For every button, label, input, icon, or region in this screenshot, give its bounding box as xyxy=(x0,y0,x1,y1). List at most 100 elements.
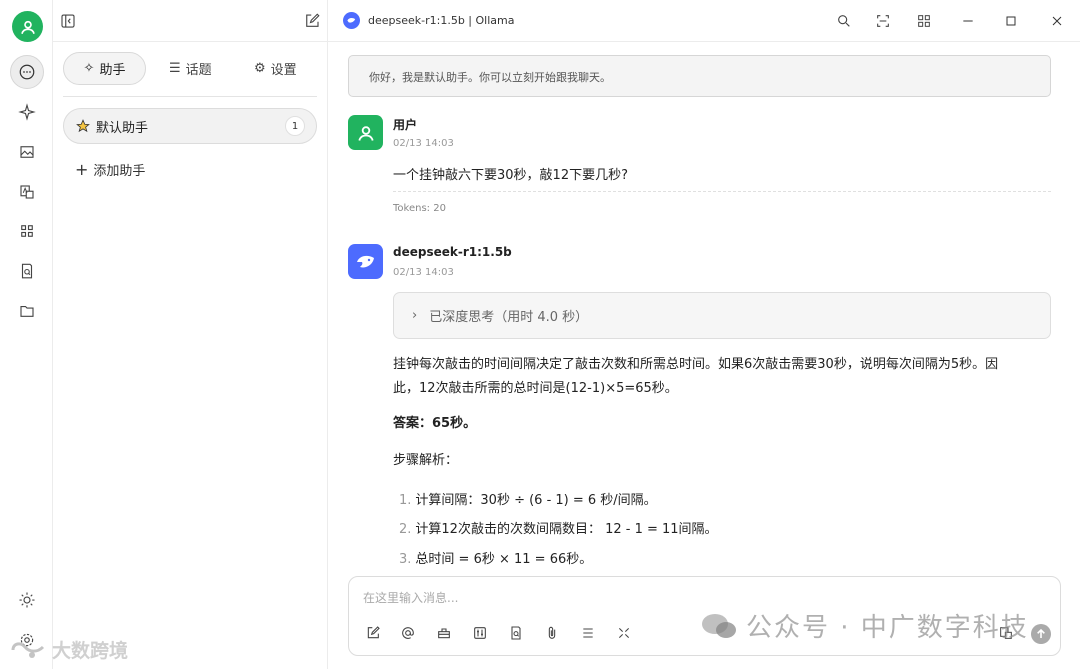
clear-context-tool[interactable] xyxy=(579,624,597,642)
attachment-tool[interactable] xyxy=(543,624,561,642)
step-item: 1. 计算间隔：30秒 ÷ (6 - 1) = 6 秒/间隔。 xyxy=(399,489,657,508)
sun-icon xyxy=(19,592,35,608)
image-rail-button[interactable] xyxy=(10,135,44,169)
watermark-right-text: 公众号 · 中广数字科技 xyxy=(746,613,1029,643)
search-icon xyxy=(838,15,850,27)
document-search-icon xyxy=(21,263,33,279)
minimize-button[interactable] xyxy=(958,11,978,31)
tab-assistants[interactable]: ✧ 助手 xyxy=(63,52,146,85)
bot-answer-summary: 答案：65秒。 xyxy=(393,416,477,431)
tab-topics-label: 话题 xyxy=(185,63,212,78)
scan-icon xyxy=(877,15,889,27)
translate-icon xyxy=(20,185,34,199)
user-message-time: 02/13 14:03 xyxy=(393,138,454,149)
collapse-sidebar-button[interactable] xyxy=(59,12,77,30)
toolbox-tool[interactable] xyxy=(435,624,453,642)
panel-divider xyxy=(63,96,317,97)
chevron-right-icon: › xyxy=(412,308,418,323)
watermark-logo-icon xyxy=(11,641,45,658)
step-number: 3. xyxy=(399,552,412,567)
maximize-button[interactable] xyxy=(1001,11,1021,31)
step-number: 2. xyxy=(399,522,412,537)
assistants-panel: ✧ 助手 ☰ 话题 ⚙ 设置 默认助手 1 + 添加助手 xyxy=(53,42,328,669)
translate-rail-button[interactable] xyxy=(10,175,44,209)
star-icon xyxy=(76,119,90,133)
person-icon xyxy=(357,125,374,141)
deep-thinking-toggle[interactable]: › 已深度思考（用时 4.0 秒） xyxy=(393,292,1051,339)
step-text: 总时间 = 6秒 × 11 = 66秒。 xyxy=(415,552,593,567)
welcome-message: 你好，我是默认助手。你可以立刻开始跟我聊天。 xyxy=(348,55,1051,97)
step-item: 2. 计算12次敲击的次数间隔数目： 12 - 1 = 11间隔。 xyxy=(399,518,718,537)
maximize-icon xyxy=(1006,16,1016,26)
sparkle-icon: ✧ xyxy=(83,61,95,76)
assistant-item-default[interactable]: 默认助手 1 xyxy=(63,108,317,144)
step-text: 计算12次敲击的次数间隔数目： 12 - 1 = 11间隔。 xyxy=(415,522,718,537)
minimize-icon xyxy=(963,20,973,22)
search-button[interactable] xyxy=(834,11,854,31)
folder-icon xyxy=(20,305,34,317)
assistant-name: 默认助手 xyxy=(96,120,149,136)
bot-answer-line-2: 此，12次敲击所需的总时间是(12-1)×5=65秒。 xyxy=(393,381,678,396)
list-icon: ☰ xyxy=(169,61,181,76)
icon-rail xyxy=(0,0,53,669)
message-input[interactable] xyxy=(363,587,1043,609)
divider-icon xyxy=(583,628,593,638)
apps-rail-button[interactable] xyxy=(10,214,44,248)
step-item: 3. 总时间 = 6秒 × 11 = 66秒。 xyxy=(399,548,592,567)
person-icon xyxy=(20,20,35,34)
topic-count-badge: 1 xyxy=(285,116,305,136)
parameters-tool[interactable] xyxy=(471,624,489,642)
send-button[interactable] xyxy=(1031,624,1051,644)
user-message-avatar xyxy=(348,115,383,150)
toolbox-icon xyxy=(438,628,450,639)
user-avatar[interactable] xyxy=(12,11,43,42)
add-assistant-label: 添加助手 xyxy=(93,164,146,179)
knowledge-tool[interactable] xyxy=(507,624,525,642)
tab-settings[interactable]: ⚙ 设置 xyxy=(254,52,297,85)
app-window: ✧ 助手 ☰ 话题 ⚙ 设置 默认助手 1 + 添加助手 deepseek-r1… xyxy=(0,0,1080,669)
token-count: Tokens: 20 xyxy=(393,203,446,214)
bot-message-avatar xyxy=(348,244,383,279)
watermark-left-text: 大数跨境 xyxy=(52,640,129,662)
user-message-text: 一个挂钟敲六下要30秒，敲12下要几秒? xyxy=(393,168,628,183)
agents-rail-button[interactable] xyxy=(10,95,44,129)
watermark-left: 大数跨境 xyxy=(10,636,128,663)
close-icon xyxy=(1052,16,1062,26)
new-topic-tool[interactable] xyxy=(364,624,382,642)
steps-title: 步骤解析： xyxy=(393,453,459,468)
bot-message-name: deepseek-r1:1.5b xyxy=(393,245,512,259)
chat-bubble-icon xyxy=(19,64,35,80)
tab-assistants-label: 助手 xyxy=(99,63,126,78)
apps-button[interactable] xyxy=(914,11,934,31)
bot-message-time: 02/13 14:03 xyxy=(393,267,454,278)
step-number: 1. xyxy=(399,493,412,508)
tab-topics[interactable]: ☰ 话题 xyxy=(169,52,212,85)
deepseek-logo-icon xyxy=(343,12,360,29)
image-icon xyxy=(20,146,34,158)
paperclip-icon xyxy=(548,626,556,639)
theme-rail-button[interactable] xyxy=(10,583,44,617)
bot-answer-paragraph: 挂钟每次敲击的时间间隔决定了敲击次数和所需总时间。如果6次敲击需要30秒，说明每… xyxy=(393,353,1053,401)
sparkle-icon xyxy=(18,103,36,121)
plus-icon: + xyxy=(75,160,89,179)
new-chat-button[interactable] xyxy=(303,12,321,30)
step-text: 计算间隔：30秒 ÷ (6 - 1) = 6 秒/间隔。 xyxy=(415,493,657,508)
files-rail-button[interactable] xyxy=(10,294,44,328)
model-title[interactable]: deepseek-r1:1.5b | Ollama xyxy=(368,14,514,27)
message-divider xyxy=(393,191,1051,192)
layout-button[interactable] xyxy=(873,11,893,31)
watermark-right: 公众号 · 中广数字科技 xyxy=(700,607,1029,644)
bot-answer-line-1: 挂钟每次敲击的时间间隔决定了敲击次数和所需总时间。如果6次敲击需要30秒，说明每… xyxy=(393,357,999,372)
expand-tool[interactable] xyxy=(615,624,633,642)
mention-tool[interactable] xyxy=(399,624,417,642)
knowledge-rail-button[interactable] xyxy=(10,254,44,288)
chat-rail-button[interactable] xyxy=(10,55,44,89)
wechat-logo-icon xyxy=(702,613,736,638)
edit-icon xyxy=(367,626,380,639)
at-icon xyxy=(402,627,414,639)
deep-thinking-label: 已深度思考（用时 4.0 秒） xyxy=(429,310,589,325)
grid-icon xyxy=(21,225,33,237)
close-button[interactable] xyxy=(1047,11,1067,31)
user-message-name: 用户 xyxy=(393,118,418,132)
add-assistant-button[interactable]: + 添加助手 xyxy=(75,160,145,179)
